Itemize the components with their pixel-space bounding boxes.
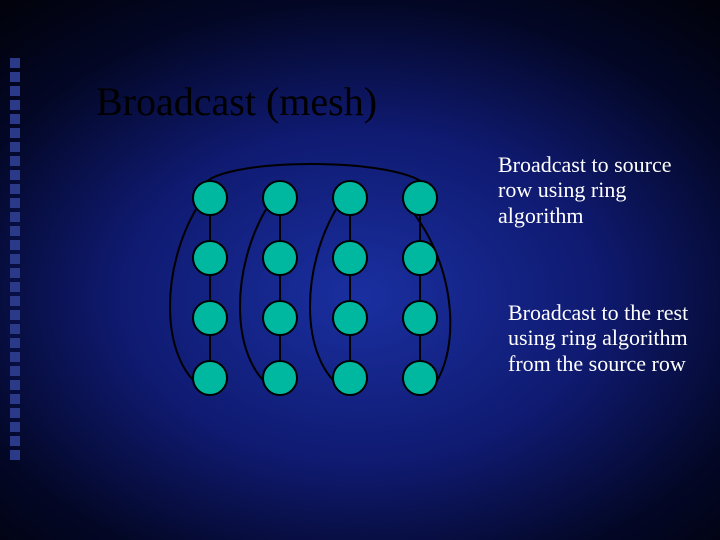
caption-top: Broadcast to source row using ring algor… [498,152,688,228]
node-r1c1 [193,181,227,215]
caption-bottom: Broadcast to the rest using ring algorit… [508,300,698,376]
mesh-diagram [150,158,490,438]
node-r4c4 [403,361,437,395]
slide: Broadcast (mesh) Broadcast to source row… [0,0,720,540]
node-r3c3 [333,301,367,335]
node-r1c3 [333,181,367,215]
node-r1c2 [263,181,297,215]
node-r4c3 [333,361,367,395]
node-r3c2 [263,301,297,335]
node-r3c1 [193,301,227,335]
node-r3c4 [403,301,437,335]
slide-title: Broadcast (mesh) [96,78,377,125]
top-ring-arc [202,164,428,188]
mesh-nodes [193,181,437,395]
node-r4c2 [263,361,297,395]
node-r4c1 [193,361,227,395]
node-r1c4 [403,181,437,215]
decorative-side-dots [10,58,20,464]
node-r2c4 [403,241,437,275]
node-r2c2 [263,241,297,275]
node-r2c3 [333,241,367,275]
node-r2c1 [193,241,227,275]
